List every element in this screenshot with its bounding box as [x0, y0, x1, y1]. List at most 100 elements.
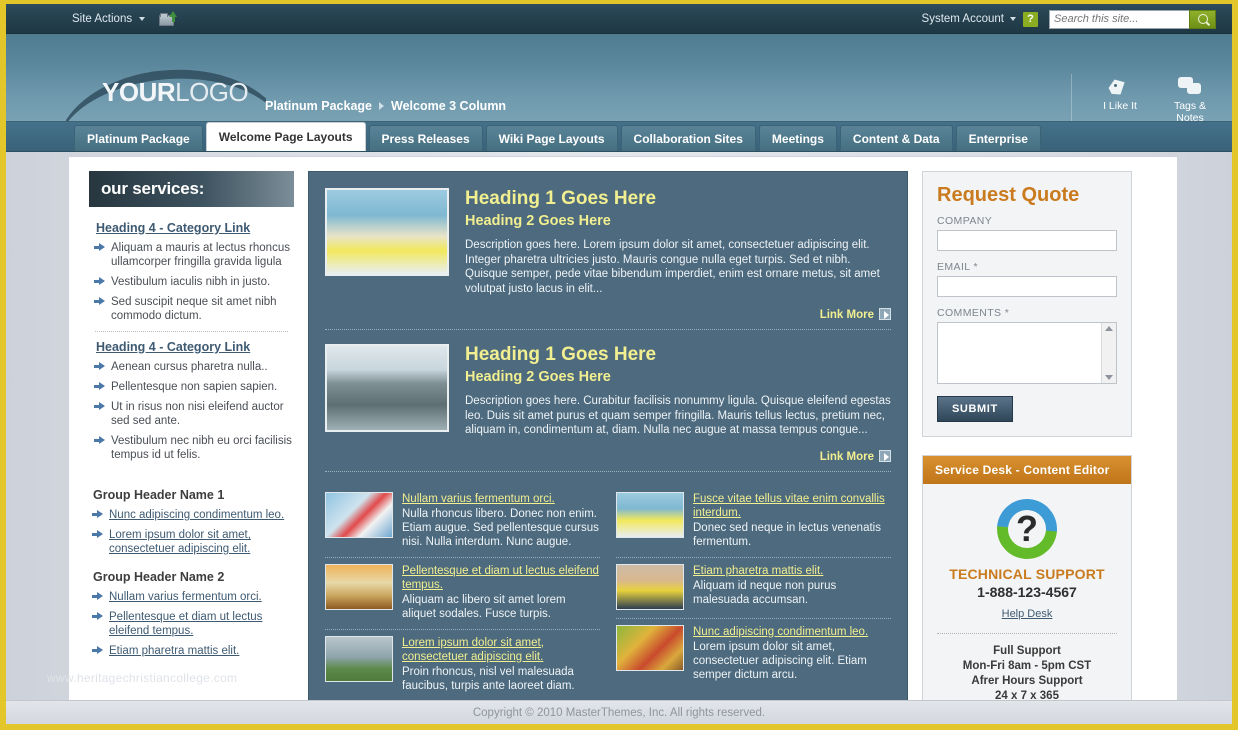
article-1-heading2: Heading 2 Goes Here — [465, 212, 891, 230]
arrow-bullet-icon — [94, 436, 105, 445]
tags-and-notes-button[interactable]: Tags & Notes — [1164, 74, 1216, 122]
account-label: System Account — [922, 13, 1004, 25]
search-box — [1049, 10, 1216, 29]
article-2-body: Heading 1 Goes Here Heading 2 Goes Here … — [465, 344, 891, 438]
tab-platinum-package[interactable]: Platinum Package — [74, 125, 203, 151]
help-icon[interactable]: ? — [1023, 12, 1038, 27]
list-item-text: Vestibulum nec nibh eu orci facilisis te… — [111, 435, 292, 461]
divider — [325, 471, 891, 472]
i-like-it-label: I Like It — [1094, 100, 1146, 112]
services-list-1: Aliquam a mauris at lectus rhoncus ullam… — [91, 241, 292, 323]
news-link[interactable]: Pellentesque et diam ut lectus eleifend … — [402, 564, 600, 592]
comments-field[interactable] — [937, 322, 1117, 384]
arrow-right-icon — [879, 450, 891, 462]
i-like-it-button[interactable]: I Like It — [1094, 74, 1146, 122]
group-link[interactable]: Nullam varius fermentum orci. — [109, 591, 262, 603]
content-shell: www.heritagechristiancollege.com our ser… — [68, 156, 1178, 710]
navigate-up-icon[interactable] — [159, 11, 177, 27]
support-hours-line: Full Support — [935, 644, 1119, 659]
breadcrumb-parent[interactable]: Platinum Package — [265, 99, 372, 113]
help-desk-link[interactable]: Help Desk — [1002, 608, 1053, 620]
news-item: Nullam varius fermentum orci.Nulla rhonc… — [325, 486, 600, 557]
news-item: Lorem ipsum dolor sit amet, consectetuer… — [325, 630, 600, 701]
search-button[interactable] — [1189, 10, 1216, 29]
list-item-text: Aenean cursus pharetra nulla.. — [111, 361, 268, 373]
article-2-link-more[interactable]: Link More — [325, 450, 891, 463]
tab-wiki-page-layouts[interactable]: Wiki Page Layouts — [486, 125, 618, 151]
arrow-right-icon — [879, 308, 891, 320]
list-item: Lorem ipsum dolor sit amet, consectetuer… — [89, 528, 294, 556]
divider — [325, 329, 891, 330]
news-text: Aliquam ac libero sit amet lorem aliquet… — [402, 593, 600, 621]
user-account-menu[interactable]: System Account — [922, 13, 1016, 25]
comments-scrollbar[interactable] — [1101, 323, 1116, 383]
arrow-bullet-icon — [92, 510, 103, 519]
article-1-link-more[interactable]: Link More — [325, 308, 891, 321]
news-text: Aliquam id neque non purus malesuada acc… — [693, 579, 891, 607]
group-link[interactable]: Lorem ipsum dolor sit amet, consectetuer… — [109, 529, 251, 555]
news-link[interactable]: Lorem ipsum dolor sit amet, consectetuer… — [402, 636, 600, 664]
group-link[interactable]: Etiam pharetra mattis elit. — [109, 645, 239, 657]
services-list-2: Aenean cursus pharetra nulla.. Pellentes… — [91, 360, 292, 462]
logo-bold: YOUR — [102, 77, 175, 107]
tab-press-releases[interactable]: Press Releases — [369, 125, 483, 151]
news-link[interactable]: Nunc adipiscing condimentum leo. — [693, 625, 891, 639]
scroll-up-icon[interactable] — [1105, 326, 1113, 331]
top-navigation-tabs: Platinum Package Welcome Page Layouts Pr… — [6, 122, 1232, 152]
category-link-1[interactable]: Heading 4 - Category Link — [96, 221, 292, 235]
site-logo[interactable]: YOURLOGO — [102, 77, 248, 108]
list-item: Aliquam a mauris at lectus rhoncus ullam… — [91, 241, 292, 269]
our-services-header: our services: — [89, 171, 294, 207]
social-tools: I Like It Tags & Notes — [1071, 74, 1216, 122]
service-desk-panel: Service Desk - Content Editor ? TECHNICA… — [922, 455, 1132, 721]
company-label: COMPANY — [937, 215, 1117, 227]
group-link[interactable]: Pellentesque et diam ut lectus eleifend … — [109, 611, 262, 637]
breadcrumb-current: Welcome 3 Column — [391, 99, 506, 113]
category-link-2[interactable]: Heading 4 - Category Link — [96, 340, 292, 354]
news-link[interactable]: Nullam varius fermentum orci. — [402, 492, 600, 506]
tab-collaboration-sites[interactable]: Collaboration Sites — [621, 125, 756, 151]
news-link[interactable]: Fusce vitae tellus vitae enim convallis … — [693, 492, 891, 520]
tab-content-and-data[interactable]: Content & Data — [840, 125, 953, 151]
article-1: Heading 1 Goes Here Heading 2 Goes Here … — [325, 188, 891, 302]
company-field[interactable] — [937, 230, 1117, 251]
news-text: Nulla rhoncus libero. Donec non enim. Et… — [402, 507, 600, 549]
link-more-label: Link More — [820, 451, 874, 463]
news-item: Etiam pharetra mattis elit.Aliquam id ne… — [616, 558, 891, 618]
request-quote-panel: Request Quote COMPANY EMAIL * COMMENTS * — [922, 171, 1132, 437]
service-desk-header: Service Desk - Content Editor — [923, 456, 1131, 484]
news-text: Proin rhoncus, nisl vel malesuada faucib… — [402, 665, 600, 693]
list-item: Nullam varius fermentum orci. — [89, 590, 294, 604]
right-sidebar: Request Quote COMPANY EMAIL * COMMENTS * — [922, 171, 1132, 730]
scroll-down-icon[interactable] — [1105, 375, 1113, 380]
tab-meetings[interactable]: Meetings — [759, 125, 837, 151]
submit-button[interactable]: SUBMIT — [937, 396, 1013, 422]
divider — [95, 331, 288, 332]
tag-smile-icon — [1094, 74, 1146, 100]
news-link[interactable]: Etiam pharetra mattis elit. — [693, 564, 891, 578]
search-icon — [1198, 14, 1208, 24]
news-thumbnail — [616, 564, 684, 610]
page-frame: Site Actions System Account ? YOURLOGO — [0, 0, 1238, 730]
arrow-bullet-icon — [92, 530, 103, 539]
logo-light: LOGO — [175, 77, 248, 107]
site-actions-menu[interactable]: Site Actions — [72, 13, 145, 25]
list-item: Aenean cursus pharetra nulla.. — [91, 360, 292, 374]
main-content-panel: Heading 1 Goes Here Heading 2 Goes Here … — [308, 171, 908, 730]
tags-notes-icon — [1164, 74, 1216, 100]
list-item-text: Ut in risus non nisi eleifend auctor sed… — [111, 401, 284, 427]
up-arrow-shape — [169, 11, 177, 17]
tab-enterprise[interactable]: Enterprise — [956, 125, 1041, 151]
support-phone-number: 1-888-123-4567 — [935, 584, 1119, 600]
breadcrumb: Platinum Package Welcome 3 Column — [265, 99, 506, 113]
list-item: Vestibulum nec nibh eu orci facilisis te… — [91, 434, 292, 462]
email-field[interactable] — [937, 276, 1117, 297]
search-input[interactable] — [1049, 10, 1189, 29]
support-hours: Full Support Mon-Fri 8am - 5pm CST Afrer… — [935, 644, 1119, 704]
divider — [937, 633, 1117, 634]
breadcrumb-separator-icon — [379, 102, 384, 110]
list-item: Sed suscipit neque sit amet nibh commodo… — [91, 295, 292, 323]
group-link[interactable]: Nunc adipiscing condimentum leo. — [109, 509, 284, 521]
tab-welcome-page-layouts[interactable]: Welcome Page Layouts — [206, 122, 366, 151]
article-2-heading2: Heading 2 Goes Here — [465, 368, 891, 386]
